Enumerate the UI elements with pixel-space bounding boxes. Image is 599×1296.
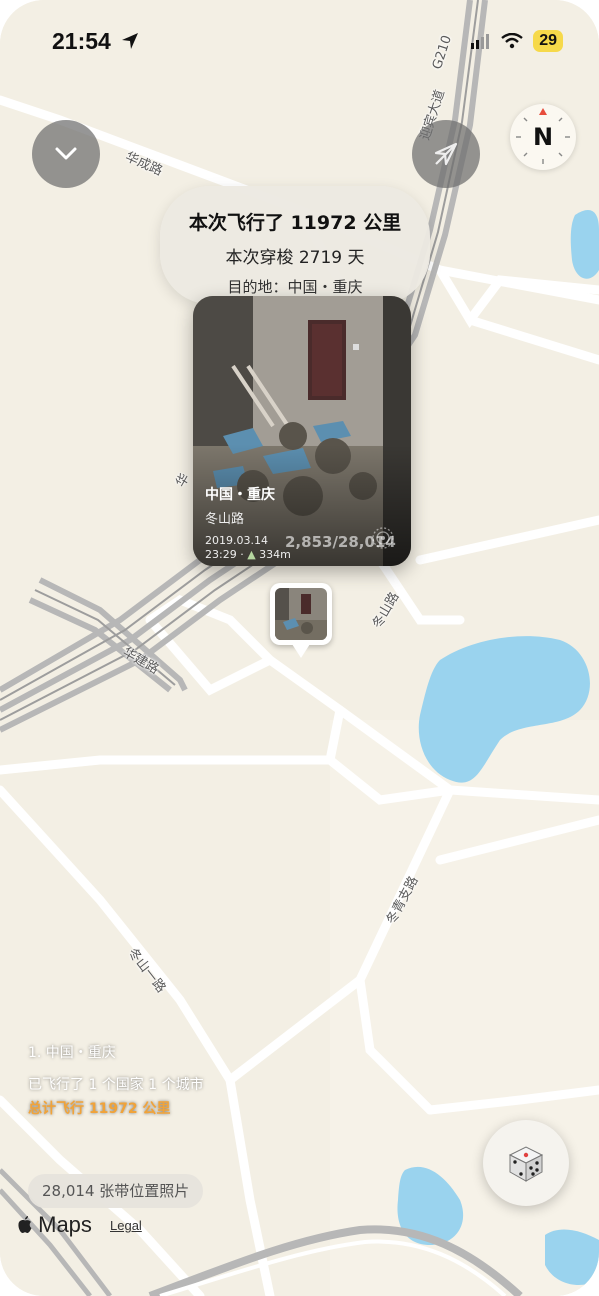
live-photo-icon: [372, 527, 394, 549]
signal-icon: [471, 34, 490, 49]
wifi-icon: [501, 33, 523, 49]
trip-distance: 本次飞行了 11972 公里: [188, 212, 402, 234]
screen: 华成路 迎宾大道 G210 华 华建路 冬山路 冬青支路 冬山一路 21:54 …: [0, 0, 599, 1296]
photo-card[interactable]: 中国・重庆 冬山路 2019.03.14 23:29 · ▲ 334m 2,85…: [193, 296, 411, 566]
photo-location: 中国・重庆: [205, 487, 275, 503]
photo-meta: 23:29 · ▲ 334m: [205, 548, 291, 561]
location-off-button[interactable]: [412, 120, 480, 188]
location-slash-icon: [434, 142, 458, 166]
city-list-item: 1. 中国・重庆: [28, 1045, 116, 1061]
status-indicators: 29: [471, 30, 563, 52]
pin-thumbnail-image: [275, 588, 327, 640]
trip-days: 本次穿梭 2719 天: [225, 248, 365, 268]
battery-indicator: 29: [533, 30, 563, 52]
location-arrow-icon: [122, 33, 139, 49]
random-photo-button[interactable]: [483, 1120, 569, 1206]
photo-pin-tail: [292, 644, 310, 658]
photo-time: 23:29: [205, 548, 237, 561]
legal-link[interactable]: Legal: [110, 1218, 142, 1233]
chevron-down-icon: [55, 147, 77, 160]
compass-icon: [516, 108, 570, 164]
photo-caption: 中国・重庆 冬山路 2019.03.14 23:29 · ▲ 334m: [205, 484, 291, 561]
mountain-icon: ▲: [247, 548, 256, 561]
compass-button[interactable]: N: [510, 104, 576, 170]
trip-destination: 目的地：中国・重庆: [227, 278, 363, 296]
photo-street: 冬山路: [205, 512, 245, 527]
status-time: 21:54: [52, 28, 140, 55]
photo-pin[interactable]: [270, 583, 332, 645]
total-distance: 总计飞行 11972 公里: [28, 1101, 171, 1117]
photo-count-pill[interactable]: 28,014 张带位置照片: [28, 1174, 204, 1208]
collapse-button[interactable]: [32, 120, 100, 188]
maps-logo: Maps: [18, 1212, 92, 1238]
apple-logo-icon: [18, 1216, 32, 1233]
trip-info-bubble: 本次飞行了 11972 公里 本次穿梭 2719 天 目的地：中国・重庆: [160, 186, 430, 304]
status-time-text: 21:54: [52, 28, 111, 54]
flight-summary: 已飞行了 1 个国家 1 个城市: [28, 1077, 204, 1093]
dice-icon: [508, 1146, 544, 1182]
maps-brand-text: Maps: [38, 1212, 92, 1237]
photo-date: 2019.03.14: [205, 534, 268, 547]
water-top-right: [570, 210, 599, 279]
